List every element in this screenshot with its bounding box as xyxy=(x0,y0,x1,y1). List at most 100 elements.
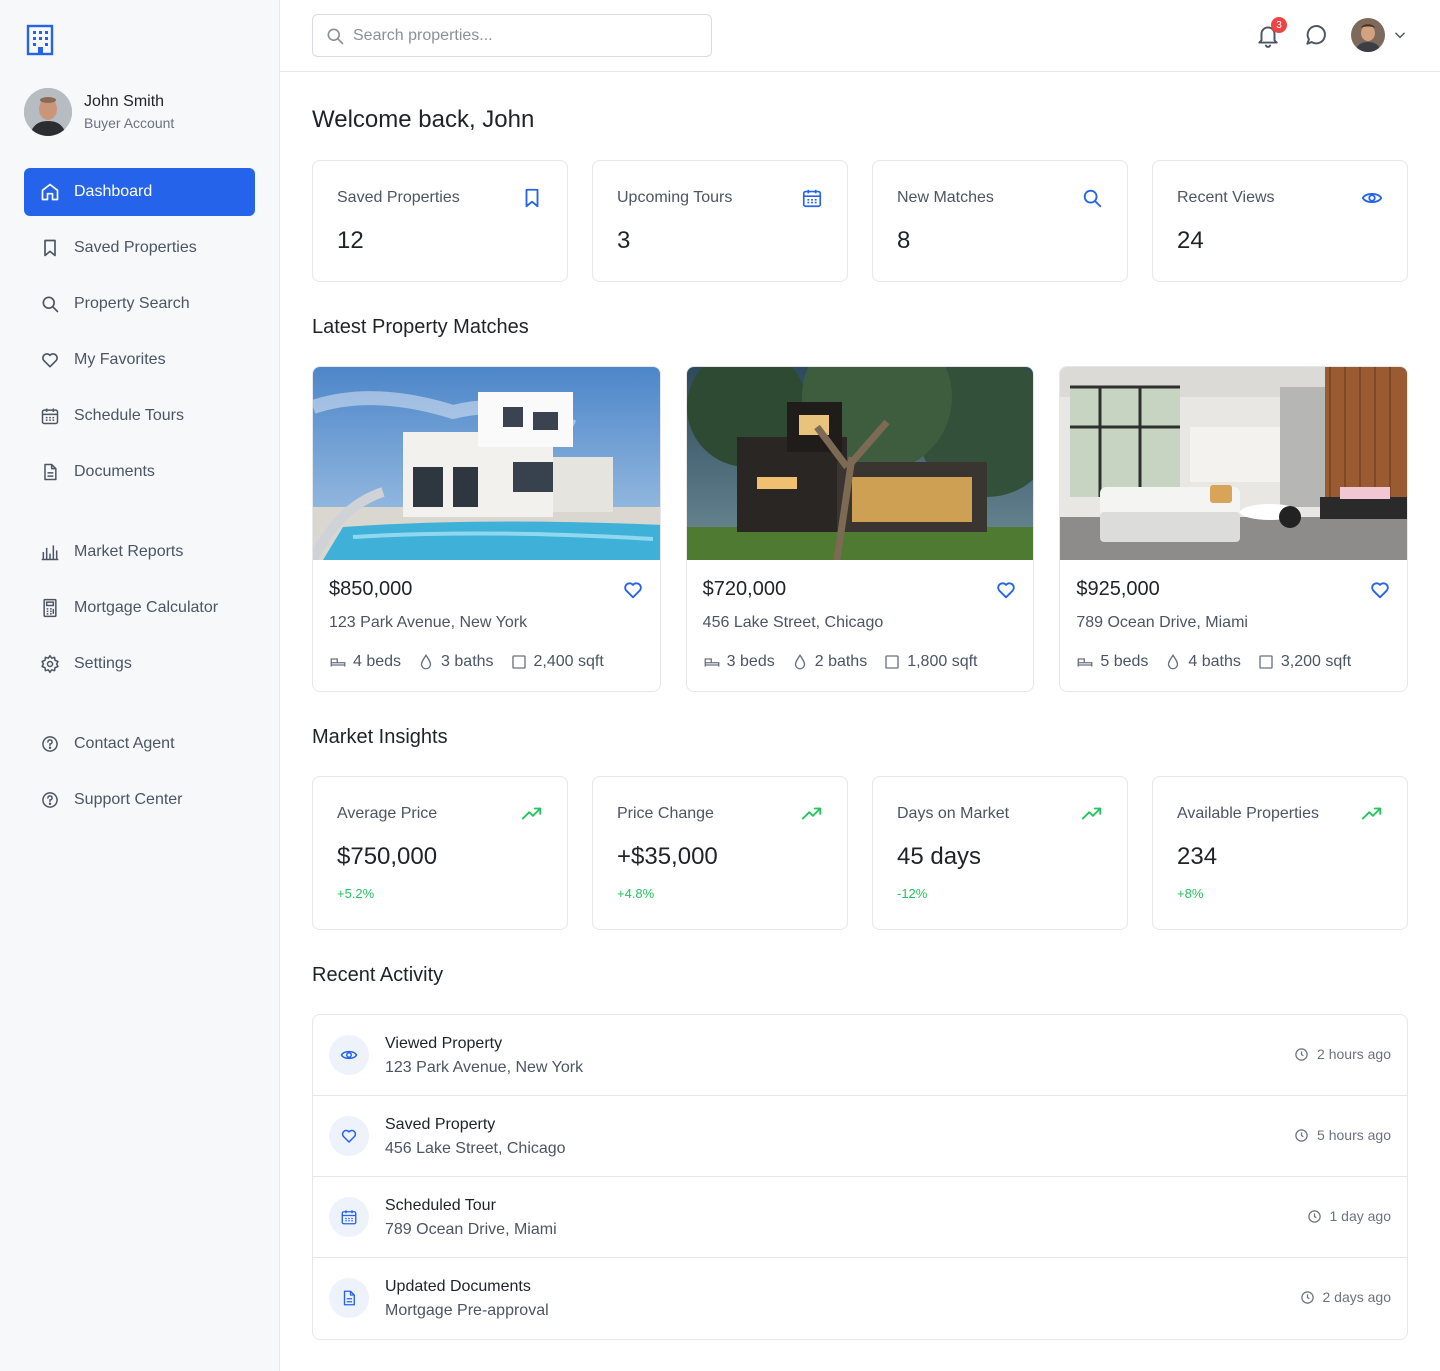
sidebar-item-documents[interactable]: Documents xyxy=(24,448,255,496)
baths-feature: 3 baths xyxy=(417,653,494,671)
activity-time-label: 2 days ago xyxy=(1322,1289,1392,1305)
activity-time: 1 day ago xyxy=(1307,1208,1391,1224)
insight-card-average-price[interactable]: Average Price $750,000 +5.2% xyxy=(312,776,568,930)
sidebar-item-contact-agent[interactable]: Contact Agent xyxy=(24,720,255,768)
square-icon xyxy=(885,655,899,669)
property-features: 4 beds 3 baths 2,400 sqft xyxy=(329,653,604,671)
activity-time-label: 5 hours ago xyxy=(1317,1127,1391,1143)
activity-time-label: 2 hours ago xyxy=(1317,1046,1391,1062)
sidebar-item-mortgage-calculator[interactable]: Mortgage Calculator xyxy=(24,584,255,632)
search-icon xyxy=(327,28,344,44)
sidebar-item-saved-properties[interactable]: Saved Properties xyxy=(24,224,255,272)
insight-card-price-change[interactable]: Price Change +$35,000 +4.8% xyxy=(592,776,848,930)
stat-card-upcoming-tours[interactable]: Upcoming Tours 3 xyxy=(592,160,848,282)
stat-card-saved-properties[interactable]: Saved Properties 12 xyxy=(312,160,568,282)
sidebar-item-market-reports[interactable]: Market Reports xyxy=(24,528,255,576)
calendar-icon xyxy=(341,1210,357,1225)
avatar[interactable] xyxy=(24,88,72,136)
activity-row[interactable]: Viewed Property 123 Park Avenue, New Yor… xyxy=(313,1015,1407,1096)
area-label: 3,200 sqft xyxy=(1280,653,1352,670)
favorite-heart-icon[interactable] xyxy=(1369,579,1391,601)
beds-feature: 4 beds xyxy=(329,653,401,671)
sidebar-item-label: Market Reports xyxy=(74,543,184,560)
notifications-button[interactable]: 3 xyxy=(1255,17,1287,48)
search-icon xyxy=(1083,189,1102,208)
search-box[interactable] xyxy=(312,14,712,57)
activity-row[interactable]: Saved Property 456 Lake Street, Chicago … xyxy=(313,1096,1407,1177)
sidebar-item-support-center[interactable]: Support Center xyxy=(24,776,255,824)
property-address: 456 Lake Street, Chicago xyxy=(702,614,884,631)
calendar-icon xyxy=(802,189,822,208)
favorite-heart-icon[interactable] xyxy=(622,579,644,601)
activity-title: Viewed Property xyxy=(385,1035,503,1052)
activity-time: 2 days ago xyxy=(1300,1289,1392,1305)
notification-count-badge: 3 xyxy=(1271,17,1287,33)
property-photo[interactable] xyxy=(1060,367,1408,560)
baths-feature: 2 baths xyxy=(791,653,867,671)
beds-feature: 3 beds xyxy=(703,653,775,671)
property-photo[interactable] xyxy=(686,367,1034,560)
property-card[interactable]: $850,000 123 Park Avenue, New York 4 bed… xyxy=(312,366,661,692)
insight-card-available-properties[interactable]: Available Properties 234 +8% xyxy=(1152,776,1408,930)
square-icon xyxy=(1259,655,1273,669)
chevron-down-icon[interactable] xyxy=(1393,28,1407,42)
document-icon xyxy=(343,1290,355,1306)
search-input[interactable] xyxy=(353,26,693,45)
activity-row[interactable]: Updated Documents Mortgage Pre-approval … xyxy=(313,1258,1407,1339)
sidebar-item-label: Property Search xyxy=(74,295,190,312)
insight-value: +$35,000 xyxy=(617,843,718,870)
baths-label: 3 baths xyxy=(441,653,494,670)
activity-title: Saved Property xyxy=(385,1116,496,1133)
insight-label: Average Price xyxy=(337,805,438,822)
clock-icon xyxy=(1295,1047,1308,1061)
sidebar-item-label: Dashboard xyxy=(74,183,153,200)
calculator-icon xyxy=(43,598,57,618)
activity-subtitle: 123 Park Avenue, New York xyxy=(385,1059,584,1076)
user-name: John Smith xyxy=(84,93,165,110)
bed-icon xyxy=(330,658,346,667)
sidebar-item-settings[interactable]: Settings xyxy=(24,640,255,688)
bed-icon xyxy=(704,658,720,667)
bed-icon xyxy=(1077,658,1093,667)
beds-label: 4 beds xyxy=(353,653,402,670)
property-photo[interactable] xyxy=(313,367,660,560)
property-card[interactable]: $925,000 789 Ocean Drive, Miami 5 beds 4… xyxy=(1059,366,1409,692)
sidebar-item-dashboard[interactable]: Dashboard xyxy=(24,168,255,216)
square-icon xyxy=(511,655,526,669)
insight-card-days-on-market[interactable]: Days on Market 45 days -12% xyxy=(872,776,1128,930)
property-card[interactable]: $720,000 456 Lake Street, Chicago 3 beds… xyxy=(685,366,1035,692)
user-profile[interactable]: John Smith Buyer Account xyxy=(24,88,174,136)
property-features: 5 beds 4 baths 3,200 sqft xyxy=(1076,653,1351,671)
insight-change: +5.2% xyxy=(337,886,375,901)
property-price: $720,000 xyxy=(702,578,787,600)
section-title-matches: Latest Property Matches xyxy=(312,316,529,338)
heart-icon xyxy=(341,1129,357,1143)
beds-feature: 5 beds xyxy=(1076,653,1148,671)
activity-icon xyxy=(329,1197,369,1237)
beds-label: 5 beds xyxy=(1100,653,1149,670)
baths-feature: 4 baths xyxy=(1164,653,1241,671)
insight-label: Available Properties xyxy=(1177,805,1320,822)
sidebar-item-schedule-tours[interactable]: Schedule Tours xyxy=(24,392,255,440)
stat-card-new-matches[interactable]: New Matches 8 xyxy=(872,160,1128,282)
bookmark-icon xyxy=(525,188,539,208)
sidebar-item-label: Support Center xyxy=(74,791,183,808)
stat-label: Recent Views xyxy=(1177,189,1275,206)
property-matches: $850,000 123 Park Avenue, New York 4 bed… xyxy=(312,366,1409,692)
sidebar-item-label: Documents xyxy=(74,463,155,480)
messages-button[interactable] xyxy=(1303,22,1329,48)
property-features: 3 beds 2 baths 1,800 sqft xyxy=(703,653,977,671)
activity-title: Updated Documents xyxy=(385,1278,531,1295)
building-logo-icon[interactable] xyxy=(26,24,54,56)
activity-row[interactable]: Scheduled Tour 789 Ocean Drive, Miami 1 … xyxy=(313,1177,1407,1258)
stat-value: 24 xyxy=(1177,227,1204,254)
stat-card-recent-views[interactable]: Recent Views 24 xyxy=(1152,160,1408,282)
user-avatar-menu[interactable] xyxy=(1351,18,1385,52)
insight-value: $750,000 xyxy=(337,843,438,870)
sidebar-item-my-favorites[interactable]: My Favorites xyxy=(24,336,255,384)
stat-label: Upcoming Tours xyxy=(617,189,733,206)
favorite-heart-icon[interactable] xyxy=(995,579,1017,601)
sidebar-item-property-search[interactable]: Property Search xyxy=(24,280,255,328)
trending-up-icon xyxy=(1361,807,1382,820)
summary-stats: Saved Properties 12 Upcoming Tours 3 New… xyxy=(312,160,1408,282)
